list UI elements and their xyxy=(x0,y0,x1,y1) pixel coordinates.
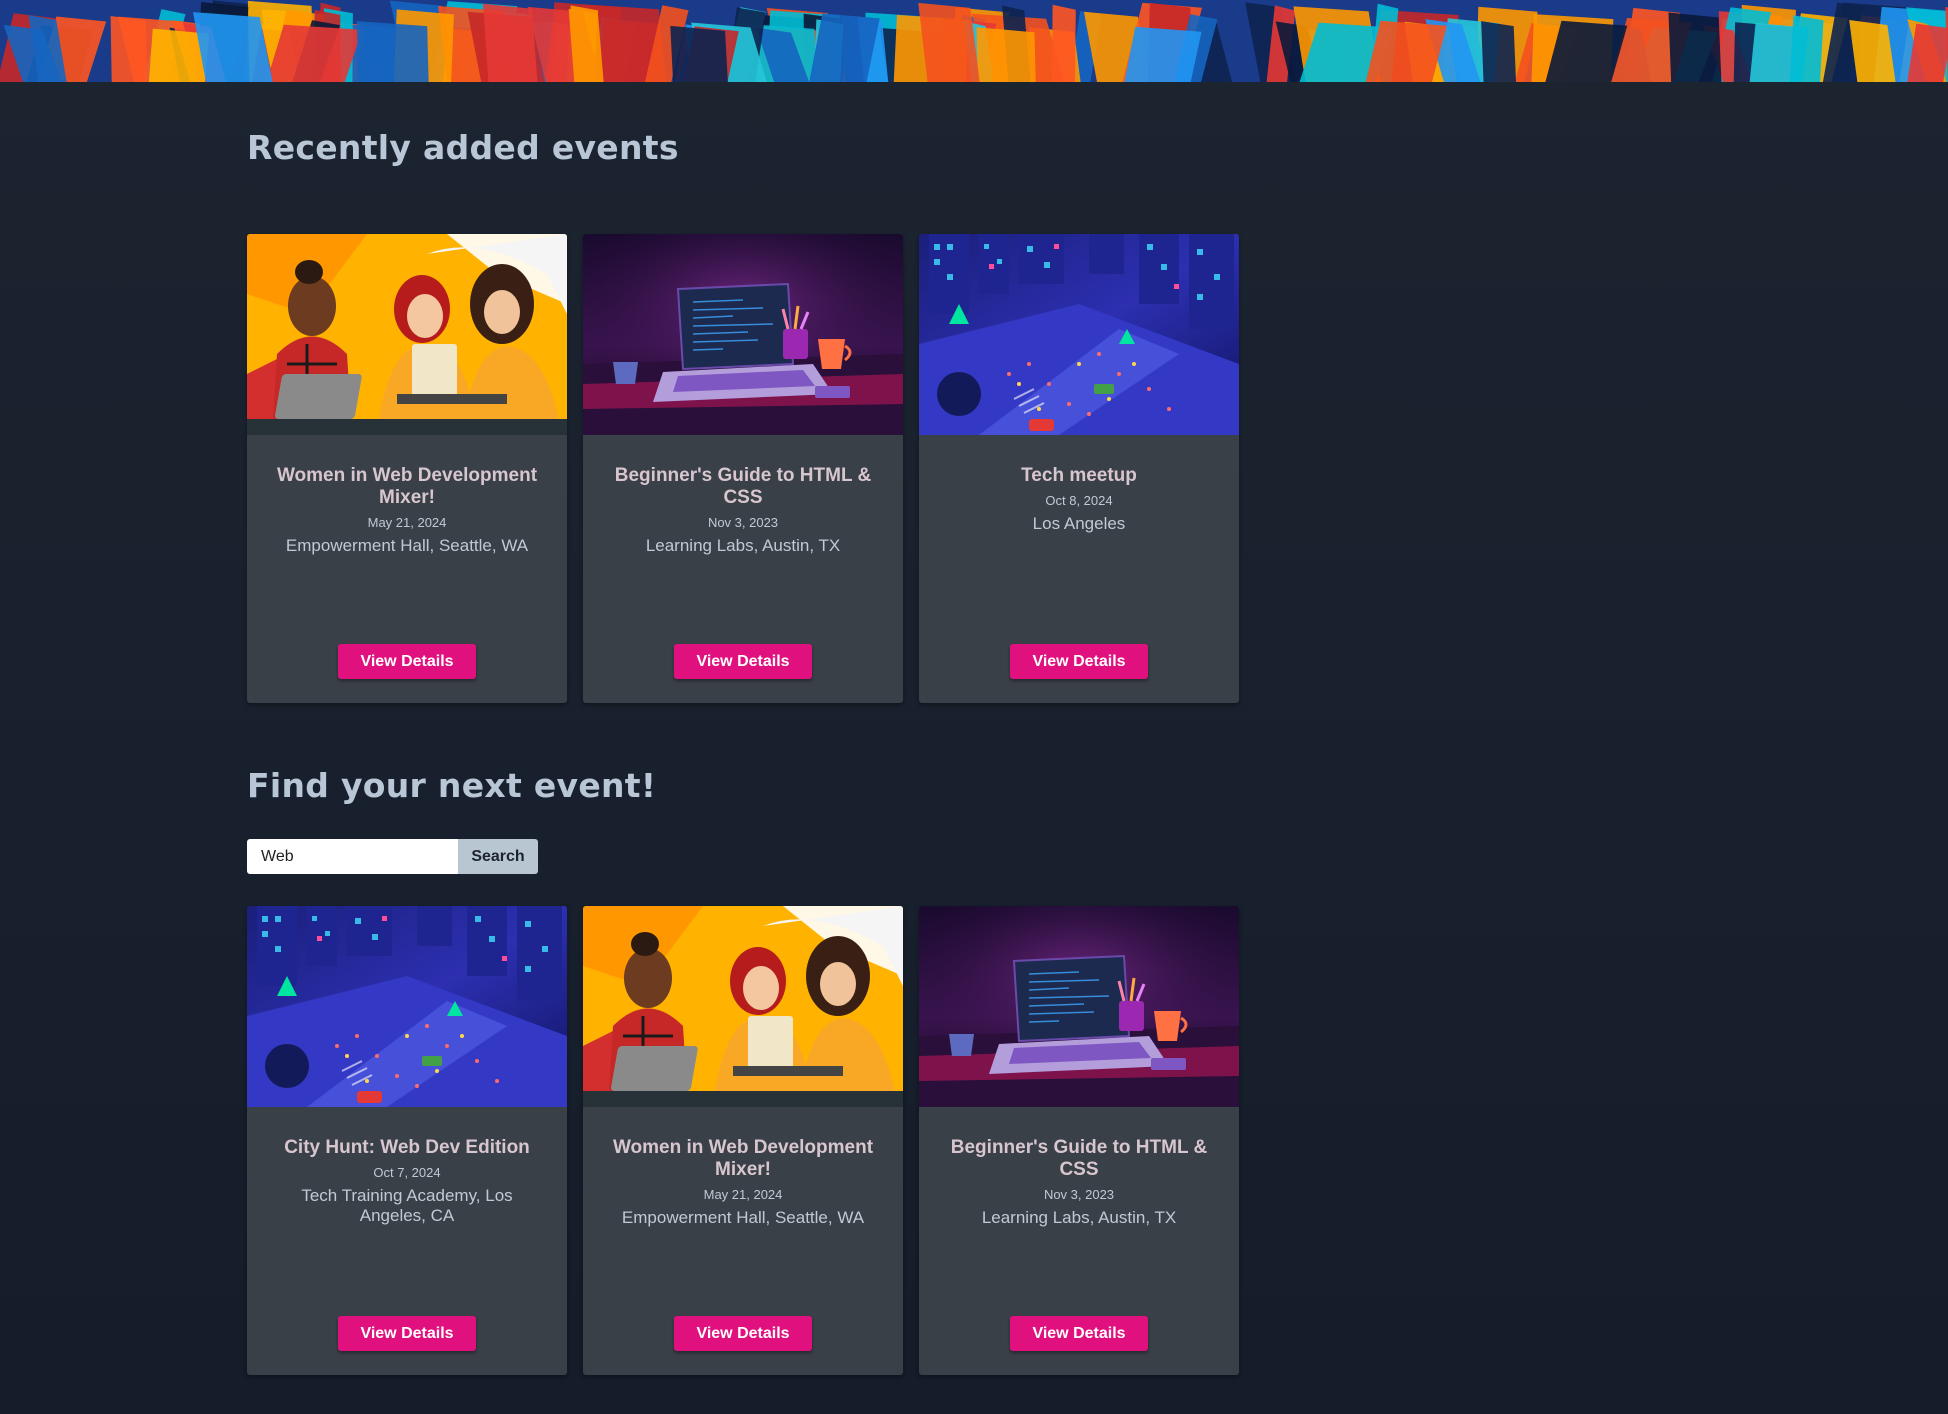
event-date: May 21, 2024 xyxy=(703,1187,783,1202)
search-input[interactable] xyxy=(247,839,458,874)
event-title: City Hunt: Web Dev Edition xyxy=(284,1137,530,1158)
event-location: Los Angeles xyxy=(1032,514,1126,533)
search-button[interactable]: Search xyxy=(458,839,538,874)
banner-illustration xyxy=(0,0,1948,82)
view-details-button[interactable]: View Details xyxy=(338,644,476,679)
event-date: Nov 3, 2023 xyxy=(1043,1187,1115,1202)
event-image xyxy=(247,234,567,435)
event-title: Beginner's Guide to HTML & CSS xyxy=(950,1137,1208,1180)
event-image xyxy=(247,906,567,1107)
event-title: Tech meetup xyxy=(1021,465,1137,486)
event-title: Women in Web Development Mixer! xyxy=(276,465,538,508)
view-details-button[interactable]: View Details xyxy=(674,1316,812,1351)
event-title: Beginner's Guide to HTML & CSS xyxy=(614,465,872,508)
recent-events-grid: Women in Web Development Mixer! May 21, … xyxy=(247,234,1239,703)
view-details-button[interactable]: View Details xyxy=(674,644,812,679)
event-location: Tech Training Academy, Los Angeles, CA xyxy=(301,1186,513,1225)
event-date: Oct 7, 2024 xyxy=(373,1165,441,1180)
view-details-button[interactable]: View Details xyxy=(1010,644,1148,679)
event-card: Beginner's Guide to HTML & CSS Nov 3, 20… xyxy=(583,234,903,703)
event-image xyxy=(583,906,903,1107)
event-title: Women in Web Development Mixer! xyxy=(612,1137,874,1180)
hero-banner xyxy=(0,0,1948,82)
event-location: Learning Labs, Austin, TX xyxy=(645,536,841,555)
event-card: Tech meetup Oct 8, 2024 Los Angeles View… xyxy=(919,234,1239,703)
event-card: Women in Web Development Mixer! May 21, … xyxy=(583,906,903,1375)
event-location: Empowerment Hall, Seattle, WA xyxy=(285,536,529,555)
find-event-heading: Find your next event! xyxy=(247,766,657,805)
event-image xyxy=(583,234,903,435)
view-details-button[interactable]: View Details xyxy=(338,1316,476,1351)
event-date: Nov 3, 2023 xyxy=(707,515,779,530)
event-date: Oct 8, 2024 xyxy=(1045,493,1113,508)
search-results-grid: City Hunt: Web Dev Edition Oct 7, 2024 T… xyxy=(247,906,1239,1375)
event-card: Women in Web Development Mixer! May 21, … xyxy=(247,234,567,703)
event-card: Beginner's Guide to HTML & CSS Nov 3, 20… xyxy=(919,906,1239,1375)
event-image xyxy=(919,234,1239,435)
event-location: Learning Labs, Austin, TX xyxy=(981,1208,1177,1227)
event-date: May 21, 2024 xyxy=(367,515,447,530)
view-details-button[interactable]: View Details xyxy=(1010,1316,1148,1351)
event-card: City Hunt: Web Dev Edition Oct 7, 2024 T… xyxy=(247,906,567,1375)
recent-events-heading: Recently added events xyxy=(247,128,679,167)
event-location: Empowerment Hall, Seattle, WA xyxy=(621,1208,865,1227)
search-bar: Search xyxy=(247,839,538,874)
event-image xyxy=(919,906,1239,1107)
